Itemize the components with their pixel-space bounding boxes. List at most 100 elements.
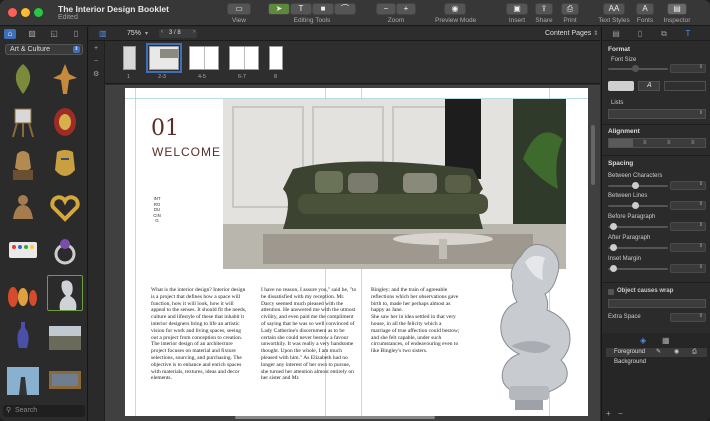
add-layer-icon[interactable]: +: [606, 409, 611, 418]
minimize-window-button[interactable]: [21, 8, 30, 17]
remove-layer-icon[interactable]: −: [618, 409, 623, 418]
zoom-level[interactable]: 75%: [127, 30, 141, 37]
tab-layout[interactable]: ▤: [610, 29, 622, 39]
font-size-stepper[interactable]: ⇕: [670, 64, 706, 73]
eye-icon[interactable]: ◉: [674, 348, 679, 357]
leaf-art-icon[interactable]: [5, 60, 41, 96]
text-color-well[interactable]: [608, 81, 634, 91]
view-mode-select[interactable]: Content Pages ⇕: [545, 30, 598, 37]
pharaoh-bust-icon[interactable]: [5, 146, 41, 182]
text-column-3[interactable]: Bingley; and the train of agreeable refl…: [371, 287, 461, 363]
slider-knob[interactable]: [632, 202, 639, 209]
after-paragraph-stepper[interactable]: ⇕: [670, 243, 706, 252]
align-center-icon[interactable]: ≡: [643, 140, 647, 146]
between-lines-slider[interactable]: [608, 202, 668, 209]
matryoshka-dolls-icon[interactable]: [5, 275, 41, 311]
between-characters-slider[interactable]: [608, 182, 668, 189]
slider-knob[interactable]: [610, 265, 617, 272]
add-page-icon[interactable]: +: [94, 45, 98, 52]
inset-margin-stepper[interactable]: ⇕: [670, 264, 706, 273]
paint-palette-icon[interactable]: [5, 232, 41, 268]
prev-page-icon[interactable]: ‹: [161, 29, 163, 35]
horizontal-scrollbar[interactable]: [235, 416, 435, 419]
page-thumb-8[interactable]: [269, 46, 283, 70]
golden-heart-icon[interactable]: [47, 189, 83, 225]
page-thumb-6-7[interactable]: [229, 46, 259, 70]
align-right-icon[interactable]: ≡: [667, 140, 671, 146]
section-heading[interactable]: WELCOME: [152, 145, 221, 159]
text-tool-button[interactable]: T: [290, 3, 312, 15]
landscape-painting-icon[interactable]: [47, 318, 83, 354]
zoom-window-button[interactable]: [34, 8, 43, 17]
select-tool-button[interactable]: ➤: [268, 3, 290, 15]
view-button[interactable]: ▭: [227, 3, 251, 15]
layer-row-foreground[interactable]: Foreground ✎ ◉ ⎙: [606, 348, 707, 357]
align-justify-icon[interactable]: ≡: [691, 140, 695, 146]
insert-button[interactable]: ▣: [506, 3, 528, 15]
between-characters-stepper[interactable]: ⇕: [670, 181, 706, 190]
slider-knob[interactable]: [610, 244, 617, 251]
pen-tool-button[interactable]: ⌒: [334, 3, 356, 15]
extra-space-stepper[interactable]: ⇕: [670, 313, 706, 322]
printer-icon[interactable]: ⎙: [692, 348, 697, 357]
page-thumb-4-5[interactable]: [189, 46, 219, 70]
fonts-button[interactable]: A: [636, 3, 654, 15]
dancer-figurine-icon[interactable]: [47, 60, 83, 96]
inset-margin-slider[interactable]: [608, 265, 668, 272]
layer-row-background[interactable]: Background: [606, 358, 707, 367]
library-search-input[interactable]: ⚲ Search: [3, 405, 85, 417]
align-left-icon[interactable]: [609, 139, 633, 147]
preview-mode-button[interactable]: ◉: [444, 3, 466, 15]
before-paragraph-stepper[interactable]: ⇕: [670, 222, 706, 231]
marble-bust-object[interactable]: [481, 236, 575, 416]
ring-jewel-icon[interactable]: [47, 232, 83, 268]
alignment-segmented[interactable]: ≡ ≡ ≡: [608, 138, 706, 148]
font-size-slider[interactable]: [608, 65, 668, 72]
tab-text[interactable]: T: [682, 29, 694, 39]
shape-tool-button[interactable]: ■: [312, 3, 334, 15]
grid-icon[interactable]: ▦: [662, 336, 670, 345]
tab-arrange[interactable]: ⧉: [658, 29, 670, 39]
print-button[interactable]: ⎙: [561, 3, 579, 15]
page-settings-icon[interactable]: ⚙: [93, 70, 99, 78]
text-effects-group[interactable]: [664, 81, 706, 91]
page-thumb-1[interactable]: [123, 46, 136, 70]
lists-select[interactable]: ⇕: [608, 109, 706, 119]
tab-shapes[interactable]: ◱: [48, 29, 60, 39]
blue-vase-icon[interactable]: [5, 318, 41, 354]
zoom-out-button[interactable]: −: [376, 3, 396, 15]
section-number[interactable]: 01: [151, 116, 179, 141]
slider-knob[interactable]: [632, 65, 639, 72]
wrap-mode-select[interactable]: [608, 299, 706, 308]
after-paragraph-slider[interactable]: [608, 244, 668, 251]
text-column-2[interactable]: I have no reason, I assure you," said he…: [261, 287, 357, 411]
category-select[interactable]: Art & Culture ⇕: [5, 44, 83, 55]
vertical-introducing-label[interactable]: INTRODUCING: [153, 196, 161, 274]
pencil-icon[interactable]: ✎: [656, 348, 661, 357]
slider-knob[interactable]: [610, 223, 617, 230]
text-column-1[interactable]: What is the interior design? Interior de…: [151, 287, 247, 405]
tab-documents[interactable]: ▯: [70, 29, 82, 39]
tab-page[interactable]: ▯: [634, 29, 646, 39]
before-paragraph-slider[interactable]: [608, 223, 668, 230]
layers-stack-icon[interactable]: ◈: [640, 336, 646, 345]
remove-page-icon[interactable]: −: [94, 58, 98, 65]
page-layout-icon[interactable]: ▥: [99, 29, 107, 38]
document-canvas[interactable]: 01 WELCOME INTRODUCING What is the inter…: [89, 85, 600, 421]
share-button[interactable]: ⇪: [535, 3, 553, 15]
buddha-statue-icon[interactable]: [5, 189, 41, 225]
statue-sky-icon[interactable]: [5, 361, 41, 397]
easel-icon[interactable]: [5, 103, 41, 139]
slider-knob[interactable]: [632, 182, 639, 189]
close-window-button[interactable]: [8, 8, 17, 17]
marble-bust-icon[interactable]: [47, 275, 83, 311]
decorated-egg-icon[interactable]: [47, 103, 83, 139]
document-spread[interactable]: 01 WELCOME INTRODUCING What is the inter…: [125, 88, 588, 419]
golden-mask-icon[interactable]: [47, 146, 83, 182]
font-style-button[interactable]: A: [638, 81, 660, 91]
tab-art[interactable]: ⌂: [4, 29, 16, 39]
zoom-in-button[interactable]: +: [396, 3, 416, 15]
page-thumb-2-3[interactable]: [146, 43, 182, 73]
text-styles-button[interactable]: AA: [603, 3, 625, 15]
next-page-icon[interactable]: ›: [193, 29, 195, 35]
